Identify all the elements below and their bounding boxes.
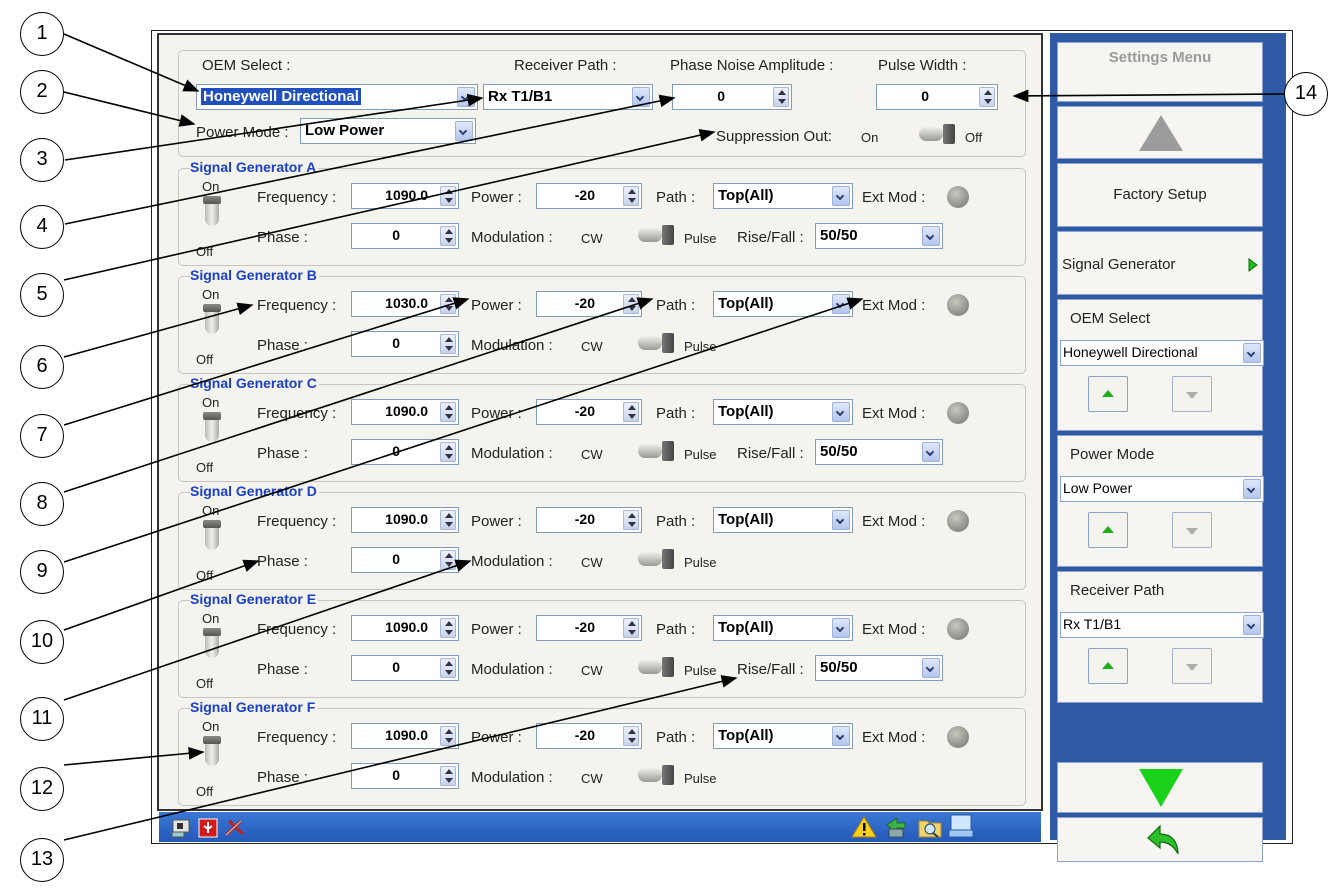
callout-3: 3 [20,138,64,182]
callout-8: 8 [20,482,64,526]
callout-13: 13 [20,838,64,882]
callout-6: 6 [20,345,64,389]
callout-4: 4 [20,205,64,249]
callout-1: 1 [20,12,64,56]
callout-7: 7 [20,414,64,458]
callout-11: 11 [20,697,64,741]
callout-12: 12 [20,767,64,811]
callout-10: 10 [20,620,64,664]
callout-9: 9 [20,550,64,594]
callout-2: 2 [20,70,64,114]
callout-14: 14 [1284,72,1328,116]
callout-5: 5 [20,273,64,317]
callout-arrows [63,33,1285,841]
